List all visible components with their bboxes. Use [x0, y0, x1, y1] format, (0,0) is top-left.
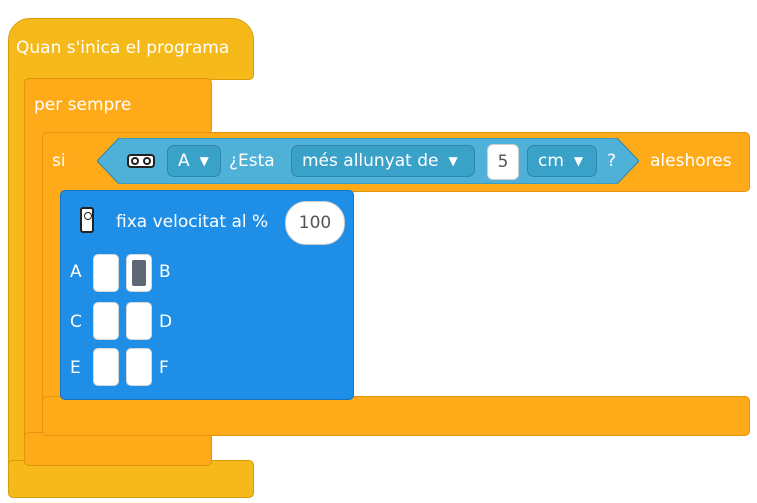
- distance-condition[interactable]: A ▼ ¿Esta més allunyat de ▼ 5 cm ▼ ?: [97, 138, 639, 184]
- forever-block-side: [24, 130, 43, 436]
- condition-end-label: ?: [607, 151, 617, 171]
- sensor-port-dropdown[interactable]: A ▼: [167, 145, 221, 177]
- port-f-toggle[interactable]: [126, 348, 152, 386]
- if-block-side: [42, 188, 61, 398]
- port-label-f: F: [159, 358, 169, 378]
- distance-value-input[interactable]: 5: [487, 144, 519, 180]
- port-c-toggle[interactable]: [93, 302, 119, 340]
- sensor-port-value: A: [178, 151, 190, 171]
- set-speed-label: fixa velocitat al %: [116, 212, 269, 232]
- port-label-e: E: [70, 358, 81, 378]
- port-label-a: A: [70, 262, 82, 282]
- condition-question-label: ¿Esta: [229, 151, 275, 171]
- forever-label: per sempre: [34, 95, 132, 115]
- forever-block-footer[interactable]: [24, 432, 212, 466]
- port-label-b: B: [159, 262, 171, 282]
- chevron-down-icon: ▼: [573, 154, 584, 168]
- port-d-toggle[interactable]: [126, 302, 152, 340]
- if-label: si: [52, 151, 66, 171]
- comparison-value: més allunyat de: [302, 151, 439, 171]
- hat-block-side: [8, 76, 25, 464]
- port-a-toggle[interactable]: [93, 254, 119, 292]
- port-b-toggle[interactable]: [126, 254, 152, 292]
- chevron-down-icon: ▼: [199, 154, 209, 168]
- then-label: aleshores: [650, 151, 732, 171]
- if-block-footer[interactable]: [42, 396, 750, 436]
- unit-value: cm: [538, 151, 564, 171]
- comparison-dropdown[interactable]: més allunyat de ▼: [291, 145, 475, 177]
- port-label-c: C: [70, 312, 82, 332]
- port-label-d: D: [159, 312, 173, 332]
- chevron-down-icon: ▼: [448, 154, 458, 168]
- when-program-starts-label: Quan s'inica el programa: [16, 38, 230, 58]
- hub-icon: [80, 207, 94, 233]
- distance-sensor-icon: [127, 154, 155, 168]
- port-e-toggle[interactable]: [93, 348, 119, 386]
- unit-dropdown[interactable]: cm ▼: [527, 145, 597, 177]
- speed-value-input[interactable]: 100: [285, 201, 345, 245]
